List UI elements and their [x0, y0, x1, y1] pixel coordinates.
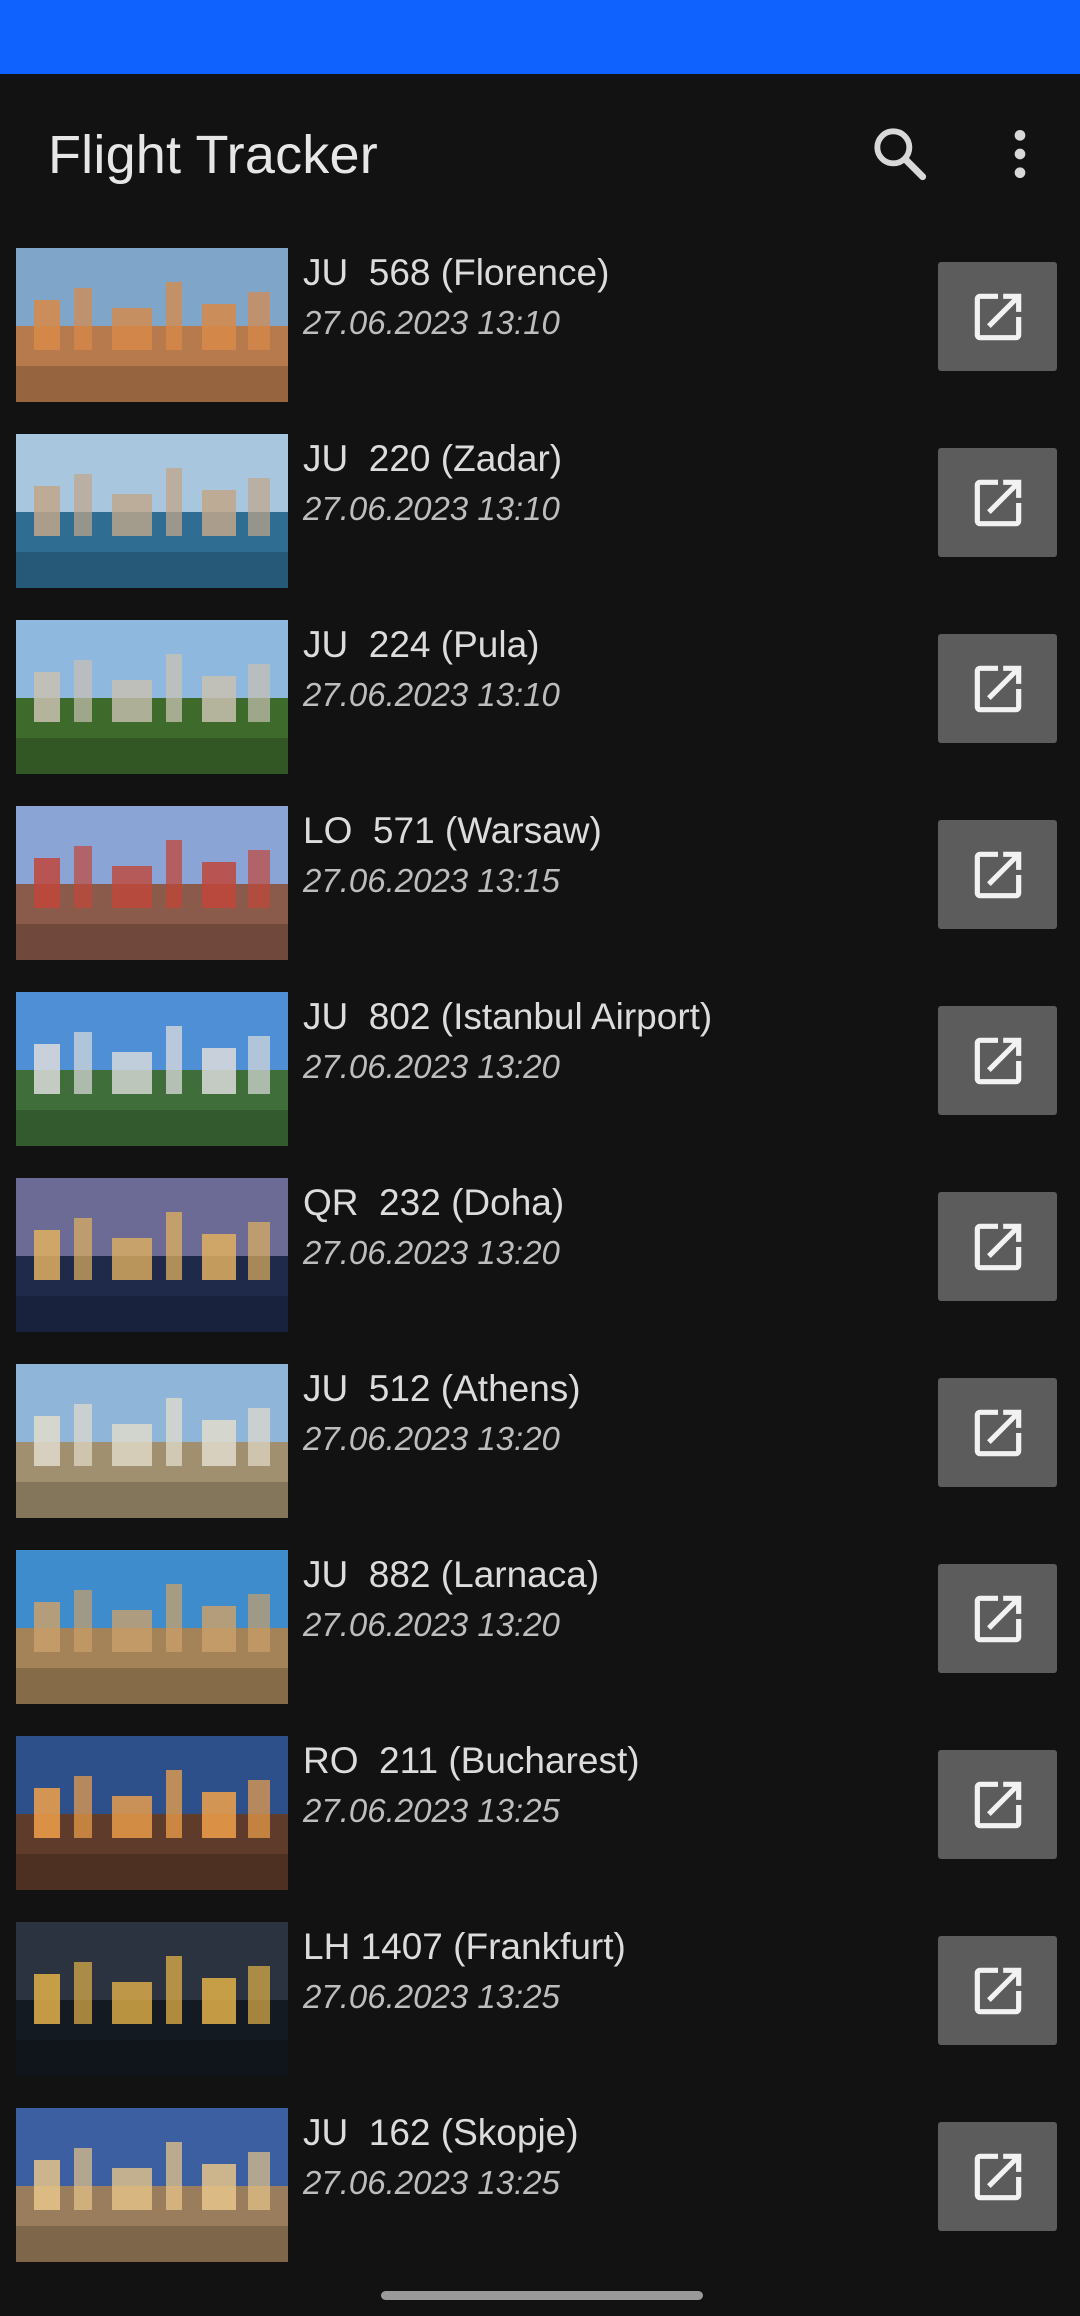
flight-title: RO 211 (Bucharest) [303, 1740, 640, 1781]
flight-title: JU 224 (Pula) [303, 624, 540, 665]
flight-time: 27.06.2023 13:25 [303, 1792, 560, 1829]
flight-title: JU 162 (Skopje) [303, 2112, 579, 2153]
flight-list-item[interactable]: JU 220 (Zadar) 27.06.2023 13:10 [0, 420, 1080, 606]
flight-title: LO 571 (Warsaw) [303, 810, 602, 851]
open-flight-button[interactable] [938, 1564, 1057, 1673]
open-flight-button[interactable] [938, 2122, 1057, 2231]
flight-title: JU 220 (Zadar) [303, 438, 563, 479]
open-flight-button[interactable] [938, 1378, 1057, 1487]
flight-list-item[interactable]: JU 224 (Pula) 27.06.2023 13:10 [0, 606, 1080, 792]
flight-title: LH 1407 (Frankfurt) [303, 1926, 626, 1967]
flight-title: JU 882 (Larnaca) [303, 1554, 600, 1595]
destination-thumbnail [16, 1364, 288, 1518]
flight-list-item[interactable]: QR 232 (Doha) 27.06.2023 13:20 [0, 1164, 1080, 1350]
flight-title: QR 232 (Doha) [303, 1182, 565, 1223]
flight-list-item[interactable]: JU 512 (Athens) 27.06.2023 13:20 [0, 1350, 1080, 1536]
open-in-new-icon [974, 665, 1021, 712]
destination-thumbnail [16, 248, 288, 402]
open-flight-button[interactable] [938, 262, 1057, 371]
search-icon [874, 128, 927, 181]
open-flight-button[interactable] [938, 634, 1057, 743]
open-flight-button[interactable] [938, 448, 1057, 557]
open-in-new-icon [974, 479, 1021, 526]
destination-thumbnail [16, 620, 288, 774]
open-in-new-icon [974, 293, 1021, 340]
more-options-button[interactable] [972, 106, 1068, 202]
destination-thumbnail [16, 1922, 288, 2076]
flight-time: 27.06.2023 13:20 [303, 1234, 560, 1271]
destination-thumbnail [16, 992, 288, 1146]
flight-list-item[interactable]: LH 1407 (Frankfurt) 27.06.2023 13:25 [0, 1908, 1080, 2094]
gesture-nav-bar[interactable] [381, 2291, 703, 2300]
destination-thumbnail [16, 2108, 288, 2262]
flight-list-item[interactable]: JU 568 (Florence) 27.06.2023 13:10 [0, 234, 1080, 420]
flight-list[interactable]: JU 568 (Florence) 27.06.2023 13:10 JU 220 … [0, 234, 1080, 2280]
destination-thumbnail [16, 806, 288, 960]
open-in-new-icon [974, 2153, 1021, 2200]
flight-time: 27.06.2023 13:25 [303, 1978, 560, 2015]
flight-title: JU 802 (Istanbul Airport) [303, 996, 713, 1037]
flight-time: 27.06.2023 13:20 [303, 1420, 560, 1457]
flight-time: 27.06.2023 13:10 [303, 304, 560, 341]
open-in-new-icon [974, 1223, 1021, 1270]
flight-title: JU 512 (Athens) [303, 1368, 581, 1409]
flight-time: 27.06.2023 13:20 [303, 1606, 560, 1643]
open-in-new-icon [974, 1781, 1021, 1828]
flight-list-item[interactable]: LO 571 (Warsaw) 27.06.2023 13:15 [0, 792, 1080, 978]
open-flight-button[interactable] [938, 820, 1057, 929]
open-flight-button[interactable] [938, 1192, 1057, 1301]
flight-list-item[interactable]: RO 211 (Bucharest) 27.06.2023 13:25 [0, 1722, 1080, 1908]
open-in-new-icon [974, 1967, 1021, 2014]
flight-list-item[interactable]: JU 882 (Larnaca) 27.06.2023 13:20 [0, 1536, 1080, 1722]
flight-time: 27.06.2023 13:10 [303, 490, 560, 527]
open-flight-button[interactable] [938, 1750, 1057, 1859]
flight-time: 27.06.2023 13:10 [303, 676, 560, 713]
search-button[interactable] [852, 106, 948, 202]
flight-list-item[interactable]: JU 802 (Istanbul Airport) 27.06.2023 13:2… [0, 978, 1080, 1164]
app-bar: Flight Tracker [0, 74, 1080, 234]
status-bar [0, 0, 1080, 74]
open-in-new-icon [974, 1595, 1021, 1642]
flight-title: JU 568 (Florence) [303, 252, 610, 293]
destination-thumbnail [16, 1736, 288, 1890]
destination-thumbnail [16, 1178, 288, 1332]
flight-time: 27.06.2023 13:25 [303, 2164, 560, 2201]
open-in-new-icon [974, 851, 1021, 898]
open-flight-button[interactable] [938, 1936, 1057, 2045]
destination-thumbnail [16, 434, 288, 588]
flight-time: 27.06.2023 13:20 [303, 1048, 560, 1085]
app-title: Flight Tracker [48, 125, 378, 185]
open-flight-button[interactable] [938, 1006, 1057, 1115]
destination-thumbnail [16, 1550, 288, 1704]
flight-list-item[interactable]: JU 162 (Skopje) 27.06.2023 13:25 [0, 2094, 1080, 2280]
more-vert-icon [1014, 130, 1026, 178]
flight-time: 27.06.2023 13:15 [303, 862, 560, 899]
open-in-new-icon [974, 1037, 1021, 1084]
open-in-new-icon [974, 1409, 1021, 1456]
